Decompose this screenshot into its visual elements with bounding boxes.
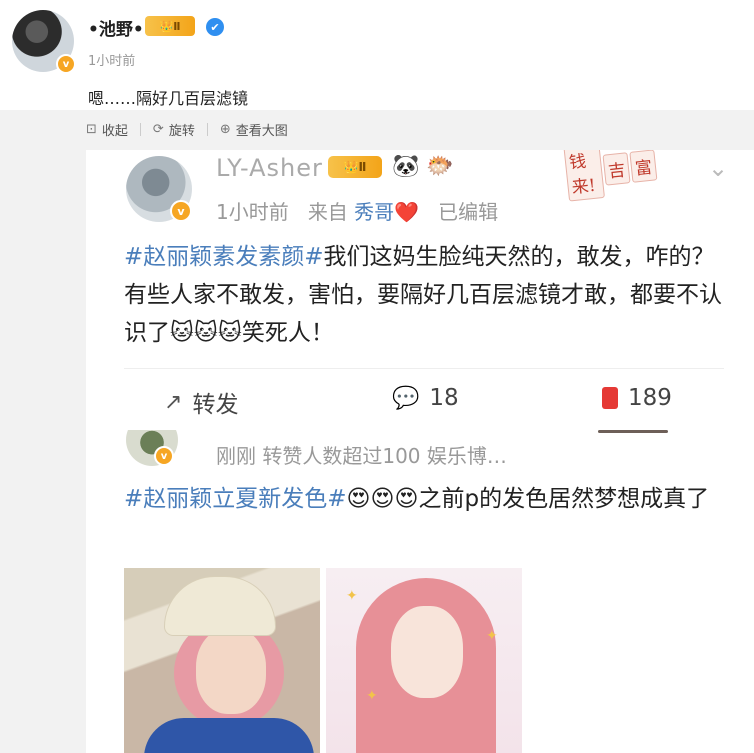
- verified-badge-icon: v: [170, 200, 192, 222]
- rotate-icon: ⟳: [152, 121, 164, 137]
- divider: [206, 122, 208, 136]
- second-post-body: #赵丽颖立夏新发色#😍😍😍之前p的发色居然梦想成真了: [124, 486, 710, 512]
- verified-badge-icon: v: [56, 54, 76, 74]
- divider: [139, 122, 141, 136]
- like-action: 189: [602, 385, 672, 411]
- post-text: 嗯……隔好几百层滤镜: [88, 89, 249, 108]
- view-large-button[interactable]: ⊕ 查看大图: [220, 120, 288, 139]
- rotate-button[interactable]: ⟳ 旋转: [153, 120, 195, 139]
- chevron-down-icon: ⌄: [708, 154, 729, 182]
- author-name[interactable]: •池野•: [88, 15, 144, 40]
- post-time[interactable]: 1小时前: [88, 50, 135, 69]
- verified-blue-icon[interactable]: ✔: [206, 18, 224, 36]
- image-toolbar: ⊡ 收起 ⟳ 旋转 ⊕ 查看大图: [86, 114, 288, 144]
- collapse-icon: ⊡: [86, 121, 97, 137]
- magnify-icon: ⊕: [219, 121, 231, 137]
- share-icon: ↗: [164, 389, 183, 415]
- embedded-author-name: LY-Asher: [216, 154, 323, 182]
- fish-icon: 🐡: [426, 154, 454, 179]
- crown-badge-icon: 👑 Ⅱ: [328, 156, 382, 178]
- crown-badge-icon[interactable]: 👑 Ⅱ: [145, 16, 195, 36]
- embedded-screenshot[interactable]: v LY-Asher 👑 Ⅱ 🐼 🐡 钱来! 吉富 ⌄ 1小时前 来自 秀哥❤️ 已…: [86, 150, 754, 753]
- collapse-button[interactable]: ⊡ 收起: [86, 120, 128, 139]
- author-avatar[interactable]: v: [12, 10, 78, 76]
- collapse-label: 收起: [101, 123, 128, 139]
- post-header: v •池野• 👑 Ⅱ ✔ 1小时前 嗯……隔好几百层滤镜: [0, 0, 754, 110]
- second-post-meta: 刚刚 转赞人数超过100 娱乐博…: [216, 444, 507, 468]
- embedded-meta: 1小时前 来自 秀哥❤️ 已编辑: [216, 200, 499, 224]
- comment-action: 💬 18: [392, 385, 459, 411]
- photo-edited: ✦ ✦ ✦: [326, 568, 522, 753]
- decoration-line: [598, 430, 668, 433]
- repost-action: ↗ 转发: [164, 389, 239, 419]
- rotate-label: 旋转: [168, 123, 195, 139]
- second-post-avatar: v: [126, 430, 178, 466]
- embedded-avatar: v: [126, 156, 192, 222]
- lucky-stamp: 钱来! 吉富: [563, 150, 658, 202]
- panda-icon: 🐼: [392, 154, 420, 179]
- embedded-body: #赵丽颖素发素颜#我们这妈生脸纯天然的，敢发，咋的？有些人家不敢发，害怕，要隔好…: [124, 244, 722, 346]
- verified-badge-icon: v: [154, 446, 174, 466]
- embedded-action-bar: ↗ 转发 💬 18 189: [124, 368, 724, 433]
- photo-real: [124, 568, 320, 753]
- comment-icon: 💬: [392, 385, 420, 411]
- like-icon: [602, 387, 618, 409]
- view-large-label: 查看大图: [235, 123, 288, 139]
